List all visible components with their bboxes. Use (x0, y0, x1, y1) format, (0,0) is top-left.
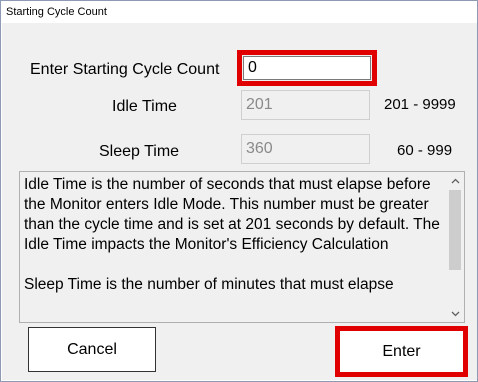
title-bar: Starting Cycle Count (1, 1, 477, 23)
chevron-up-icon (451, 178, 460, 183)
cycle-count-label: Enter Starting Cycle Count (30, 61, 220, 78)
window-title: Starting Cycle Count (6, 6, 107, 18)
description-scrollbar[interactable] (447, 172, 464, 322)
cancel-button[interactable]: Cancel (28, 327, 156, 372)
scroll-up-button[interactable] (447, 172, 464, 189)
idle-time-label: Idle Time (112, 98, 177, 115)
idle-time-input: 201 (241, 90, 370, 120)
description-paragraph-sleep: Sleep Time is the number of minutes that… (24, 276, 394, 293)
scroll-thumb[interactable] (449, 190, 461, 270)
sleep-time-label: Sleep Time (99, 143, 180, 160)
scroll-down-button[interactable] (447, 305, 464, 322)
cycle-count-input[interactable]: 0 (243, 56, 371, 80)
sleep-time-range: 60 - 999 (397, 142, 453, 159)
description-textbox[interactable]: Idle Time is the number of seconds that … (19, 171, 465, 323)
enter-button[interactable]: Enter (340, 331, 463, 372)
chevron-down-icon (451, 311, 460, 316)
sleep-time-input: 360 (241, 134, 370, 164)
description-text: Idle Time is the number of seconds that … (24, 175, 444, 315)
description-paragraph-idle: Idle Time is the number of seconds that … (24, 176, 440, 253)
idle-time-range: 201 - 9999 (384, 96, 456, 113)
